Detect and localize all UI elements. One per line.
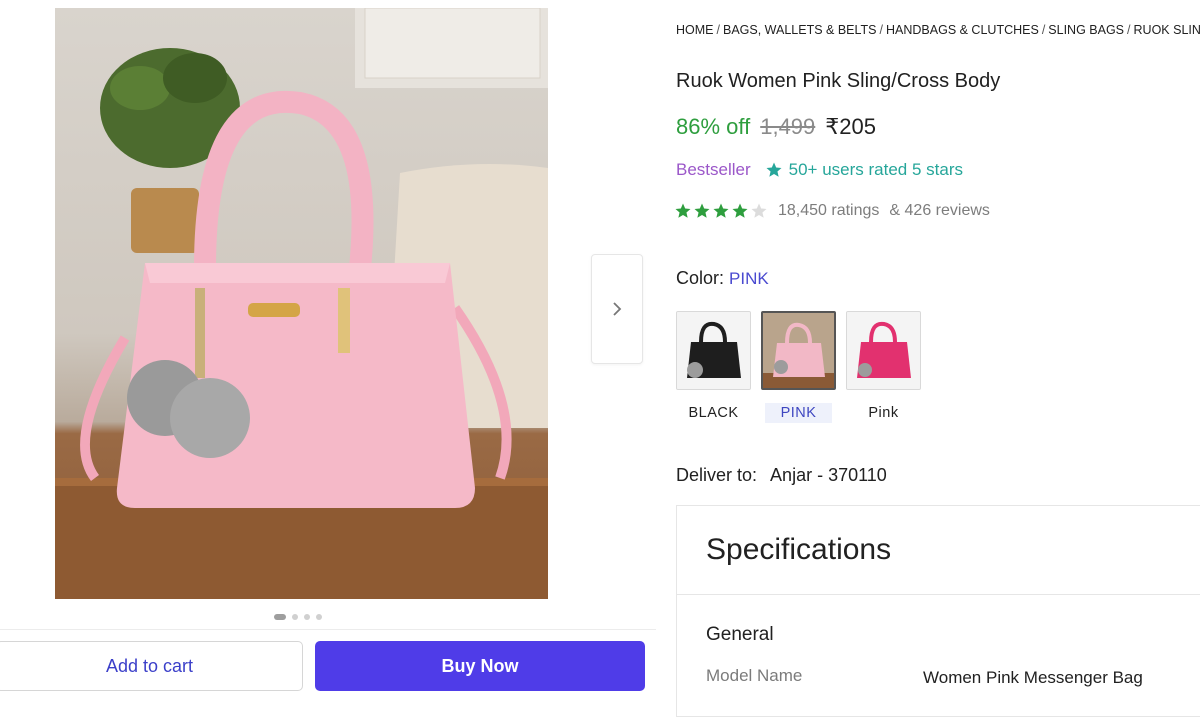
color-option-label: BLACK [688, 405, 739, 421]
carousel-dot[interactable] [274, 614, 286, 620]
breadcrumb-item[interactable]: HOME [676, 23, 714, 37]
star-badge-icon [766, 162, 782, 177]
chevron-right-icon [613, 302, 622, 316]
product-title: Ruok Women Pink Sling/Cross Body [676, 70, 1001, 92]
action-bar: Add to cart Buy Now [0, 629, 656, 700]
deliver-to[interactable]: Deliver to: Anjar - 370110 [676, 465, 887, 486]
next-image-button[interactable] [591, 254, 643, 364]
breadcrumb-item[interactable]: BAGS, WALLETS & BELTS [723, 23, 877, 37]
swatch-thumbnail [846, 311, 921, 390]
discount-percent: 86% off [676, 114, 751, 139]
breadcrumb-item[interactable]: HANDBAGS & CLUTCHES [886, 23, 1039, 37]
buy-now-button[interactable]: Buy Now [315, 641, 645, 691]
color-option-pink-selected[interactable]: PINK [761, 311, 836, 423]
color-label-text: Color: [676, 268, 725, 288]
add-to-cart-button[interactable]: Add to cart [0, 641, 303, 691]
spec-section-title: General [706, 624, 774, 645]
carousel-indicator [274, 614, 322, 620]
star-filled-icon [713, 203, 729, 218]
selected-color: PINK [729, 269, 769, 288]
color-option-pink[interactable]: Pink [846, 311, 921, 423]
swatch-thumbnail [676, 311, 751, 390]
specifications-heading: Specifications [677, 506, 1200, 595]
star-filled-icon [694, 203, 710, 218]
color-option-label: PINK [764, 403, 833, 423]
original-price: 1,499 [760, 114, 816, 139]
ratings-count: 18,450 ratings [778, 202, 880, 219]
breadcrumb: HOME / BAGS, WALLETS & BELTS / HANDBAGS & CL… [676, 23, 1200, 37]
carousel-dot[interactable] [316, 614, 322, 620]
deliver-label: Deliver to: [676, 465, 758, 485]
deliver-location: Anjar - 370110 [770, 465, 887, 485]
reviews-count: & 426 reviews [889, 202, 990, 219]
star-filled-icon [675, 203, 691, 218]
color-label: Color: PINK [676, 268, 769, 289]
spec-value: Women Pink Messenger Bag [923, 668, 1143, 687]
star-filled-icon [732, 203, 748, 218]
breadcrumb-item[interactable]: SLING BAGS [1048, 23, 1124, 37]
badges-row: Bestseller 50+ users rated 5 stars [676, 160, 963, 180]
rated-badge-text: 50+ users rated 5 stars [788, 160, 963, 179]
price-row: 86% off 1,499 ₹205 [676, 114, 876, 140]
selling-price: ₹205 [825, 114, 876, 139]
color-option-black[interactable]: BLACK [676, 311, 751, 423]
rating-stars [674, 202, 768, 220]
spec-key: Model Name [706, 666, 803, 685]
product-image[interactable] [55, 8, 548, 599]
rating-row[interactable]: 18,450 ratings & 426 reviews [674, 202, 990, 220]
rated-badge: 50+ users rated 5 stars [765, 160, 963, 180]
breadcrumb-item[interactable]: RUOK SLING [1134, 23, 1200, 37]
swatch-thumbnail [761, 311, 836, 390]
carousel-dot[interactable] [292, 614, 298, 620]
color-option-label: Pink [868, 405, 899, 421]
bestseller-badge: Bestseller [676, 160, 751, 179]
specifications-panel: Specifications General Model Name Women … [676, 505, 1200, 717]
star-empty-icon [751, 203, 767, 218]
carousel-dot[interactable] [304, 614, 310, 620]
color-swatches: BLACK PINK Pink [676, 311, 921, 423]
